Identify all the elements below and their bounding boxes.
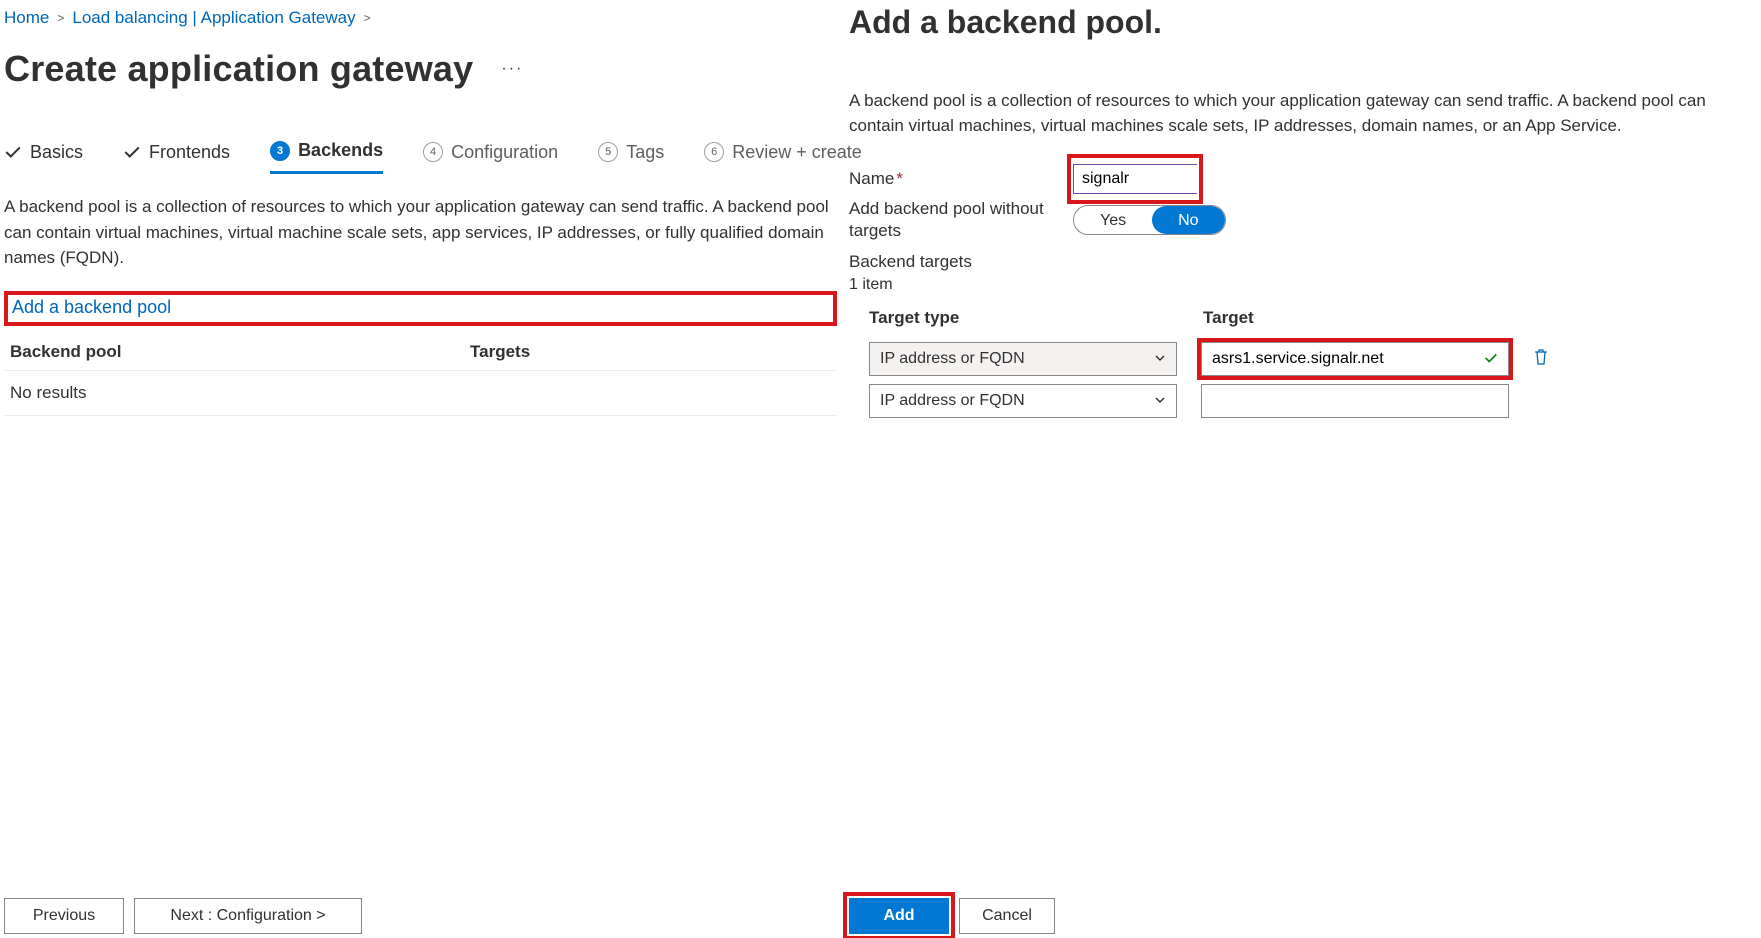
required-asterisk: * (896, 169, 903, 188)
delete-icon[interactable] (1533, 348, 1549, 371)
checkmark-icon (123, 143, 141, 161)
backends-description-text: A backend pool is a collection of resour… (4, 194, 837, 271)
target-type-select-2[interactable]: IP address or FQDN (869, 384, 1177, 418)
table-header: Backend pool Targets (4, 334, 837, 371)
targets-table: Target type Target IP address or FQDN (869, 308, 1761, 418)
backend-pools-table: Backend pool Targets No results (4, 334, 837, 416)
toggle-no[interactable]: No (1152, 206, 1224, 234)
side-panel-title: Add a backend pool. (849, 4, 1761, 41)
tab-tags[interactable]: 5 Tags (598, 142, 664, 173)
step-number-icon: 3 (270, 141, 290, 161)
main-content: Home > Load balancing | Application Gate… (0, 0, 841, 938)
add-button-highlight: Add (843, 892, 955, 938)
breadcrumb-loadbalancing[interactable]: Load balancing | Application Gateway (72, 8, 355, 28)
backend-targets-heading: Backend targets (849, 252, 1761, 272)
target-value-highlight (1197, 338, 1513, 380)
target-type-select-1[interactable]: IP address or FQDN (869, 342, 1177, 376)
add-button[interactable]: Add (849, 898, 949, 934)
tab-backends-label: Backends (298, 140, 383, 161)
backends-description: A backend pool is a collection of resour… (4, 194, 837, 271)
toggle-yes[interactable]: Yes (1074, 206, 1152, 234)
previous-button[interactable]: Previous (4, 898, 124, 934)
targets-header: Target type Target (869, 308, 1761, 334)
target-type-value-1: IP address or FQDN (880, 350, 1025, 368)
tab-backends[interactable]: 3 Backends (270, 140, 383, 174)
page-title: Create application gateway (4, 48, 473, 90)
name-input[interactable] (1073, 164, 1197, 194)
name-label-text: Name (849, 169, 894, 188)
breadcrumb-home[interactable]: Home (4, 8, 49, 28)
target-input-2-wrap (1201, 384, 1509, 418)
column-targets: Targets (470, 342, 831, 362)
target-type-value-2: IP address or FQDN (880, 392, 1025, 410)
more-menu-icon[interactable]: ··· (497, 56, 527, 82)
breadcrumb-sep-icon: > (57, 11, 64, 25)
name-label: Name* (849, 169, 1073, 189)
target-input-1-wrap (1201, 342, 1509, 376)
wizard-footer: Previous Next : Configuration > (4, 898, 362, 934)
next-button[interactable]: Next : Configuration > (134, 898, 362, 934)
checkmark-icon (1484, 351, 1498, 368)
breadcrumb: Home > Load balancing | Application Gate… (4, 0, 837, 34)
tab-tags-label: Tags (626, 142, 664, 163)
tab-frontends-label: Frontends (149, 142, 230, 163)
column-target-type: Target type (869, 308, 1179, 328)
cancel-button[interactable]: Cancel (959, 898, 1055, 934)
column-backend-pool: Backend pool (10, 342, 470, 362)
target-input-1[interactable] (1212, 350, 1462, 368)
tab-basics-label: Basics (30, 142, 83, 163)
no-targets-label: Add backend pool without targets (849, 198, 1073, 242)
backend-pool-form: Name* Add backend pool without targets Y… (849, 156, 1761, 418)
name-row: Name* (849, 164, 1761, 194)
items-count: 1 item (849, 276, 1761, 294)
target-input-2[interactable] (1212, 392, 1462, 410)
target-row-2: IP address or FQDN (869, 384, 1761, 418)
table-row-empty: No results (4, 371, 837, 416)
tab-configuration-label: Configuration (451, 142, 558, 163)
chevron-down-icon (1154, 394, 1166, 409)
add-backend-pool-link[interactable]: Add a backend pool (12, 297, 171, 317)
chevron-down-icon (1154, 352, 1166, 367)
checkmark-icon (4, 143, 22, 161)
wizard-tabs: Basics Frontends 3 Backends 4 Configurat… (4, 140, 837, 174)
tab-basics[interactable]: Basics (4, 142, 83, 173)
title-row: Create application gateway ··· (4, 48, 837, 90)
breadcrumb-sep-icon: > (364, 11, 371, 25)
step-number-icon: 5 (598, 142, 618, 162)
side-panel-footer: Add Cancel (849, 898, 1055, 934)
side-panel: Add a backend pool. A backend pool is a … (841, 0, 1761, 938)
step-number-icon: 4 (423, 142, 443, 162)
step-number-icon: 6 (704, 142, 724, 162)
tab-frontends[interactable]: Frontends (123, 142, 230, 173)
column-target: Target (1203, 308, 1513, 328)
no-targets-row: Add backend pool without targets Yes No (849, 198, 1761, 242)
tab-review[interactable]: 6 Review + create (704, 142, 862, 173)
name-field-highlight (1067, 154, 1203, 204)
target-row-1: IP address or FQDN (869, 342, 1761, 376)
yes-no-toggle[interactable]: Yes No (1073, 205, 1226, 235)
tab-configuration[interactable]: 4 Configuration (423, 142, 558, 173)
side-panel-description: A backend pool is a collection of resour… (849, 89, 1761, 138)
add-backend-pool-highlight: Add a backend pool (4, 291, 837, 326)
